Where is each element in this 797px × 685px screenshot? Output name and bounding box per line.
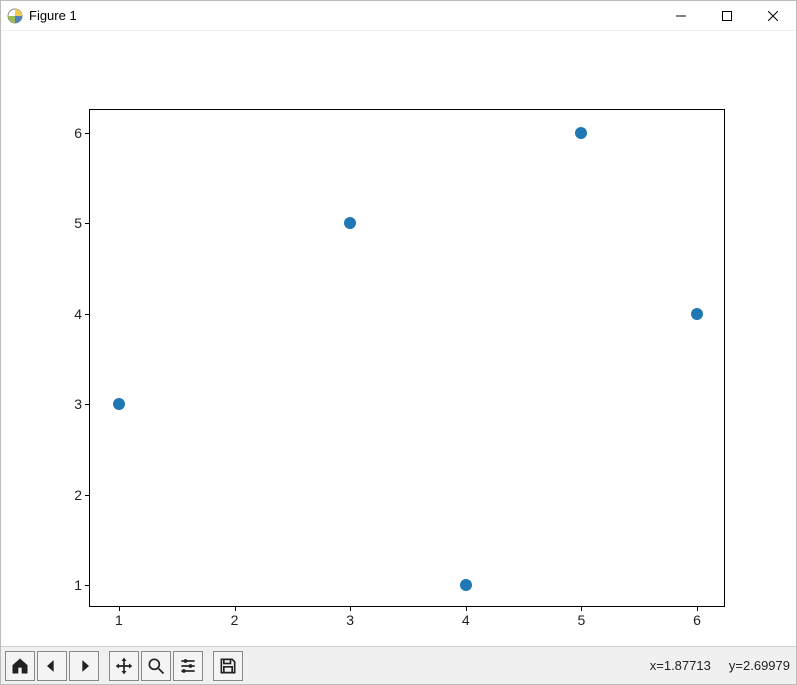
figure-canvas[interactable]: 123456123456 (1, 31, 796, 646)
minimize-button[interactable] (658, 1, 704, 31)
configure-subplots-button[interactable] (173, 651, 203, 681)
back-button[interactable] (37, 651, 67, 681)
data-point (691, 308, 703, 320)
status-x-label: x= (650, 658, 664, 673)
save-button[interactable] (213, 651, 243, 681)
data-point (113, 398, 125, 410)
forward-button[interactable] (69, 651, 99, 681)
navigation-toolbar: x=1.87713 y=2.69979 (1, 646, 796, 684)
maximize-button[interactable] (704, 1, 750, 31)
status-y-value: 2.69979 (743, 658, 790, 673)
app-icon (7, 8, 23, 24)
data-point (575, 127, 587, 139)
window-titlebar: Figure 1 (1, 1, 796, 31)
pan-button[interactable] (109, 651, 139, 681)
plot-axes: 123456123456 (89, 109, 725, 607)
window-title: Figure 1 (29, 8, 77, 23)
zoom-button[interactable] (141, 651, 171, 681)
close-button[interactable] (750, 1, 796, 31)
status-y-label: y= (729, 658, 743, 673)
status-x-value: 1.87713 (664, 658, 711, 673)
home-button[interactable] (5, 651, 35, 681)
data-point (460, 579, 472, 591)
data-point (344, 217, 356, 229)
cursor-coordinates: x=1.87713 y=2.69979 (650, 658, 790, 673)
